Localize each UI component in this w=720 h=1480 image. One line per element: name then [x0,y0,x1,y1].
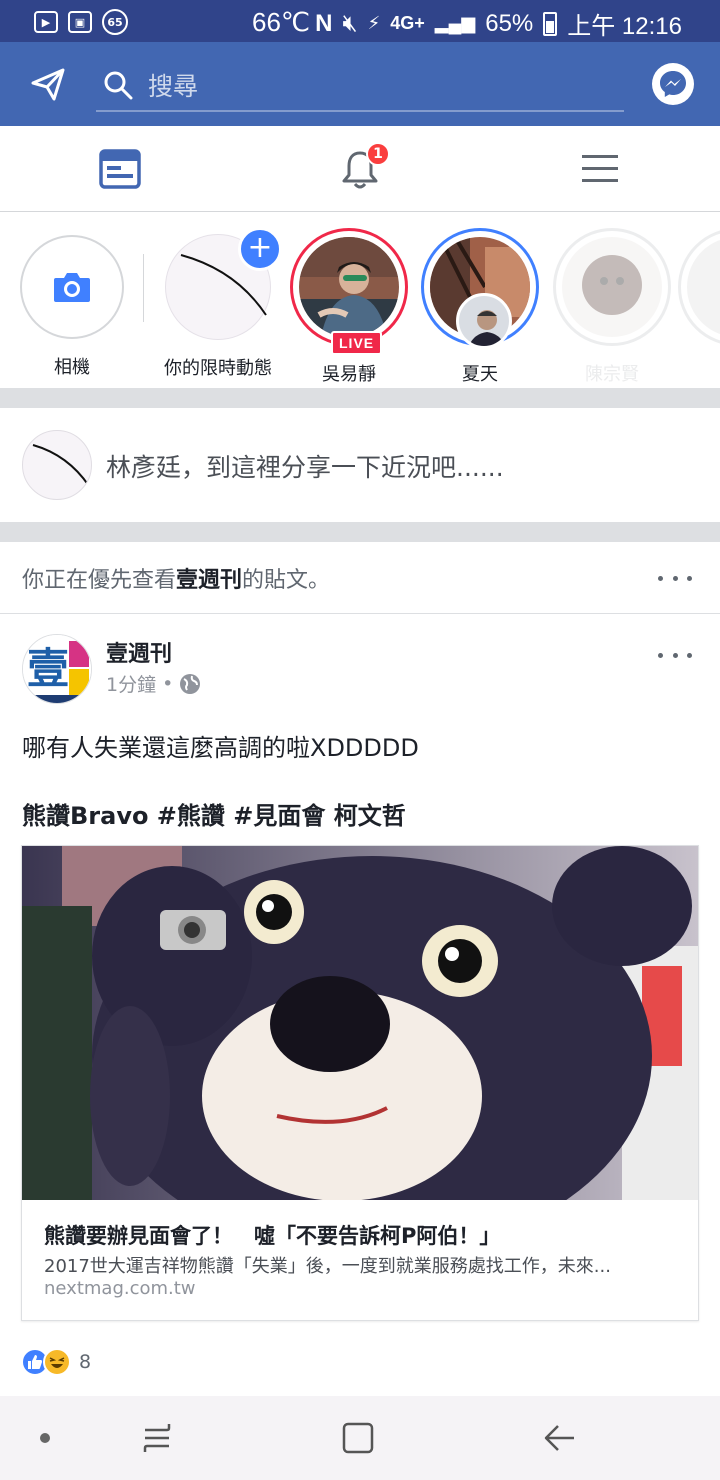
link-title: 熊讚要辦見面會了！ 噓「不要告訴柯P阿伯！」 [44,1224,501,1248]
stories-tray: 相機 + 你的限時動態 LIVE 吳易靜 夏天 陳宗賢 [0,212,720,388]
user-avatar [22,430,92,500]
recent-apps-icon[interactable] [137,1418,177,1458]
messenger-button[interactable] [652,63,694,105]
story-ring [421,228,539,349]
link-preview-card[interactable]: 熊讚要辦見面會了！ 噓「不要告訴柯P阿伯！」 2017世大運吉祥物熊讚「失業」後… [21,845,699,1321]
post-hashtags: 熊讚Bravo #熊讚 #見面會 柯文哲 [22,802,406,830]
see-first-page[interactable]: 壹週刊 [176,568,242,593]
story-label: 吳易靜 [322,364,376,385]
stories-divider [143,254,144,322]
post-time[interactable]: 1分鐘 [106,670,156,697]
story-label: 陳宗賢 [585,364,639,385]
home-icon[interactable] [338,1418,378,1458]
link-description: 2017世大運吉祥物熊讚「失業」後，一度到就業服務處找工作，未來... [44,1256,611,1277]
page-avatar[interactable]: 壹 [22,634,92,704]
story-avatar [562,237,662,337]
post-meta: 1分鐘 • [106,670,201,697]
story-avatar [299,237,399,337]
tab-news-feed[interactable] [60,126,180,212]
status-bar: ▶ ▣ 65 66℃ N 🔇︎ ⚡︎ 4G+ ▂▄▆ 65% 上午 12:16 [0,0,720,42]
haha-reaction-icon [43,1348,71,1376]
story-your-story[interactable]: + 你的限時動態 [152,227,284,380]
camera-circle [20,235,124,339]
story-ring [553,228,671,346]
tab-notifications[interactable]: 1 [300,126,420,212]
news-feed-icon [99,149,141,189]
notification-count-icon: 65 [102,9,128,35]
story-live[interactable]: LIVE 吳易靜 [283,228,415,386]
story-cutoff[interactable] [678,228,720,346]
see-first-text: 你正在優先查看壹週刊的貼文。 [22,568,331,593]
story-summer[interactable]: 夏天 [414,228,546,386]
temperature-readout: 66℃ [252,7,311,37]
section-separator [0,522,720,542]
tab-menu[interactable] [540,126,660,212]
youtube-icon: ▶ [34,11,58,33]
link-domain: nextmag.com.tw [44,1278,196,1299]
network-type: 4G+ [390,13,425,33]
nav-dot-icon[interactable] [40,1433,50,1443]
story-faded[interactable]: 陳宗賢 [546,228,678,386]
composer-prompt: 林彥廷，到這裡分享一下近況吧...... [106,453,504,482]
messenger-icon [660,71,686,97]
tab-bar: 1 [0,126,720,212]
search-input[interactable]: 搜尋 [96,60,624,112]
back-icon[interactable] [540,1418,580,1458]
add-story-plus-icon[interactable]: + [238,227,282,271]
live-badge: LIVE [331,331,383,355]
search-placeholder: 搜尋 [148,72,199,101]
post-header: 壹 壹週刊 1分鐘 • [0,614,720,714]
clock: 上午 12:16 [567,13,682,40]
gallery-icon: ▣ [68,11,92,33]
search-icon [104,71,133,100]
link-preview-image [22,846,698,1200]
your-story-avatar: + [165,227,282,340]
svg-text:壹: 壹 [27,644,69,693]
story-camera[interactable]: 相機 [6,228,138,379]
story-label: 夏天 [462,364,498,385]
post-text: 哪有人失業還這麼高調的啦XDDDDD [22,734,419,762]
battery-percent: 65% [485,9,534,37]
story-label: 你的限時動態 [164,358,272,379]
post-author[interactable]: 壹週刊 [106,636,172,668]
globe-icon [180,673,201,694]
story-mini-avatar [456,293,512,349]
system-navigation-bar [0,1396,720,1480]
reaction-summary[interactable]: 8 [21,1348,91,1376]
more-options-icon[interactable] [658,573,692,583]
camera-icon [54,273,90,302]
signal-icon: ▂▄▆ [434,13,476,33]
status-composer[interactable]: 林彥廷，到這裡分享一下近況吧...... [0,408,720,522]
story-avatar [687,237,720,337]
hamburger-menu-icon [582,155,618,182]
data-saver-icon: ⚡︎ [367,13,381,33]
mute-icon: 🔇︎ [342,9,358,37]
send-icon[interactable] [30,66,66,102]
top-app-bar: 搜尋 [0,42,720,126]
notification-badge: 1 [366,142,390,166]
battery-icon [543,11,558,36]
reaction-count: 8 [79,1351,92,1373]
story-ring [678,228,720,346]
story-label: 相機 [54,357,90,378]
live-story-ring: LIVE [290,228,408,355]
section-separator [0,388,720,408]
post-more-options-icon[interactable] [658,650,692,660]
meta-separator: • [162,672,174,695]
nfc-icon: N [315,9,333,37]
see-first-banner: 你正在優先查看壹週刊的貼文。 [0,542,720,614]
